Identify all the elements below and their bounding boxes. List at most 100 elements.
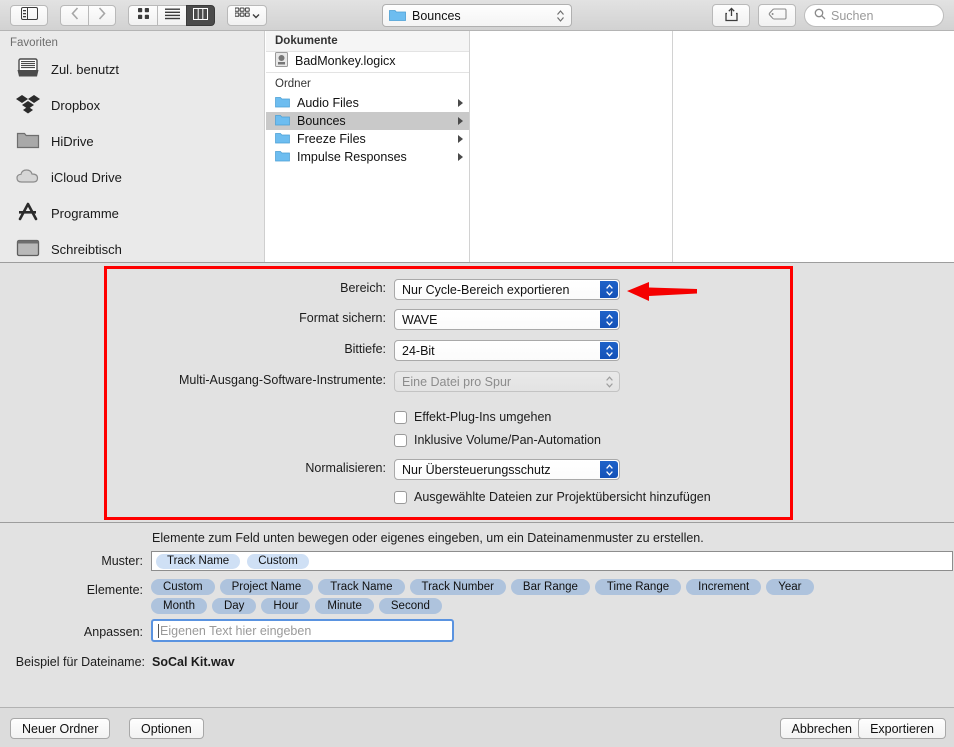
pattern-token[interactable]: Custom <box>247 553 309 569</box>
back-button[interactable] <box>60 4 88 26</box>
folder-icon <box>389 8 406 24</box>
element-token-time-range[interactable]: Time Range <box>594 579 682 595</box>
normalisieren-label: Normalisieren: <box>305 461 386 475</box>
beispiel-value: SoCal Kit.wav <box>152 655 235 669</box>
folders-header: Ordner <box>266 73 469 94</box>
sidebar-item-programme[interactable]: Programme <box>0 195 264 231</box>
elemente-label: Elemente: <box>86 583 143 597</box>
list-item-label: BadMonkey.logicx <box>295 54 396 68</box>
elements-row-1: Custom Project Name Track Name Track Num… <box>151 579 951 595</box>
recents-icon <box>16 57 40 82</box>
logic-document-icon <box>275 52 288 70</box>
include-automation-checkbox[interactable]: Inklusive Volume/Pan-Automation <box>394 433 601 447</box>
pattern-token[interactable]: Track Name <box>156 553 241 569</box>
column-view-button[interactable] <box>186 4 215 26</box>
format-value: WAVE <box>402 312 438 327</box>
tag-icon <box>768 8 787 23</box>
path-popup[interactable]: Bounces <box>382 4 572 27</box>
sidebar-item-dropbox[interactable]: Dropbox <box>0 87 264 123</box>
new-folder-button[interactable]: Neuer Ordner <box>10 718 111 739</box>
finder-toolbar: Bounces Suchen <box>0 0 954 31</box>
column-view-icon <box>193 7 208 23</box>
list-item-label: Freeze Files <box>297 132 366 146</box>
browser-column-2[interactable] <box>471 31 673 262</box>
left-arrow-annotation <box>627 280 697 307</box>
path-stepper-icon <box>556 9 565 23</box>
chevron-down-icon <box>252 8 260 22</box>
favorites-header: Favoriten <box>10 37 58 49</box>
cancel-button[interactable]: Abbrechen <box>779 718 864 739</box>
disclosure-triangle-icon <box>458 117 463 125</box>
sidebar-item-label: iCloud Drive <box>51 169 122 185</box>
element-token-custom[interactable]: Custom <box>151 579 215 595</box>
options-button[interactable]: Optionen <box>129 718 204 739</box>
chevron-left-icon <box>70 7 79 23</box>
export-settings-pane: Bereich: Nur Cycle-Bereich exportieren F… <box>0 262 954 522</box>
checkbox-icon[interactable] <box>394 410 407 424</box>
sidebar-item-label: Dropbox <box>51 97 101 113</box>
search-icon <box>814 8 826 23</box>
disclosure-triangle-icon <box>458 153 463 161</box>
element-token-second[interactable]: Second <box>378 598 442 614</box>
format-label: Format sichern: <box>299 311 386 325</box>
muster-label: Muster: <box>101 554 143 568</box>
element-token-increment[interactable]: Increment <box>686 579 762 595</box>
sidebar-item-schreibtisch[interactable]: Schreibtisch <box>0 231 264 262</box>
list-item[interactable]: Bounces <box>266 112 469 130</box>
list-item-label: Impulse Responses <box>297 150 407 164</box>
list-view-button[interactable] <box>157 4 186 26</box>
checkbox-icon[interactable] <box>394 490 407 504</box>
sidebar-toggle-button[interactable] <box>10 4 48 26</box>
element-token-project-name[interactable]: Project Name <box>219 579 314 595</box>
elements-row-2: Month Day Hour Minute Second <box>151 598 951 614</box>
list-item[interactable]: Freeze Files <box>266 130 469 148</box>
arrange-button[interactable] <box>227 4 267 26</box>
stepper-icon[interactable] <box>600 281 618 298</box>
grid-view-icon <box>137 7 150 23</box>
bittiefe-popup[interactable]: 24-Bit <box>394 340 620 361</box>
sidebar-item-hidrive[interactable]: HiDrive <box>0 123 264 159</box>
sidebar-item-label: Schreibtisch <box>51 241 122 257</box>
desktop-icon <box>16 237 40 262</box>
list-item[interactable]: BadMonkey.logicx <box>266 52 469 70</box>
bittiefe-value: 24-Bit <box>402 343 435 358</box>
search-input[interactable]: Suchen <box>804 4 944 27</box>
stepper-icon[interactable] <box>600 461 618 478</box>
stepper-icon[interactable] <box>600 342 618 359</box>
checkbox-icon[interactable] <box>394 433 407 447</box>
tag-button[interactable] <box>758 4 796 27</box>
list-item[interactable]: Impulse Responses <box>266 148 469 166</box>
icon-view-button[interactable] <box>128 4 157 26</box>
sidebar-item-label: HiDrive <box>51 133 94 149</box>
muster-field[interactable]: Track Name Custom <box>151 551 953 571</box>
share-button[interactable] <box>712 4 750 27</box>
file-browser: Favoriten Zul. benutzt Dropbox HiDrive i… <box>0 31 954 262</box>
bereich-popup[interactable]: Nur Cycle-Bereich exportieren <box>394 279 620 300</box>
element-token-year[interactable]: Year <box>766 579 814 595</box>
stepper-icon[interactable] <box>600 311 618 328</box>
element-token-track-number[interactable]: Track Number <box>409 579 506 595</box>
normalisieren-popup[interactable]: Nur Übersteuerungsschutz <box>394 459 620 480</box>
forward-button[interactable] <box>88 4 116 26</box>
browser-column-3[interactable] <box>674 31 954 262</box>
element-token-day[interactable]: Day <box>211 598 257 614</box>
format-popup[interactable]: WAVE <box>394 309 620 330</box>
add-to-project-checkbox[interactable]: Ausgewählte Dateien zur Projektübersicht… <box>394 490 711 504</box>
folder-gray-icon <box>16 129 40 154</box>
element-token-bar-range[interactable]: Bar Range <box>510 579 590 595</box>
sidebar-item-recents[interactable]: Zul. benutzt <box>0 51 264 87</box>
text-caret <box>158 623 159 638</box>
element-token-month[interactable]: Month <box>151 598 207 614</box>
anpassen-input[interactable]: Eigenen Text hier eingeben <box>151 619 454 642</box>
path-label: Bounces <box>412 8 461 23</box>
element-token-hour[interactable]: Hour <box>261 598 311 614</box>
list-item[interactable]: Audio Files <box>266 94 469 112</box>
element-token-minute[interactable]: Minute <box>315 598 374 614</box>
chevron-right-icon <box>98 7 106 23</box>
element-token-track-name[interactable]: Track Name <box>318 579 405 595</box>
export-button[interactable]: Exportieren <box>858 718 946 739</box>
bypass-effects-checkbox[interactable]: Effekt-Plug-Ins umgehen <box>394 410 551 424</box>
sidebar-item-icloud-drive[interactable]: iCloud Drive <box>0 159 264 195</box>
documents-header: Dokumente <box>266 31 469 52</box>
folder-icon <box>275 114 290 129</box>
